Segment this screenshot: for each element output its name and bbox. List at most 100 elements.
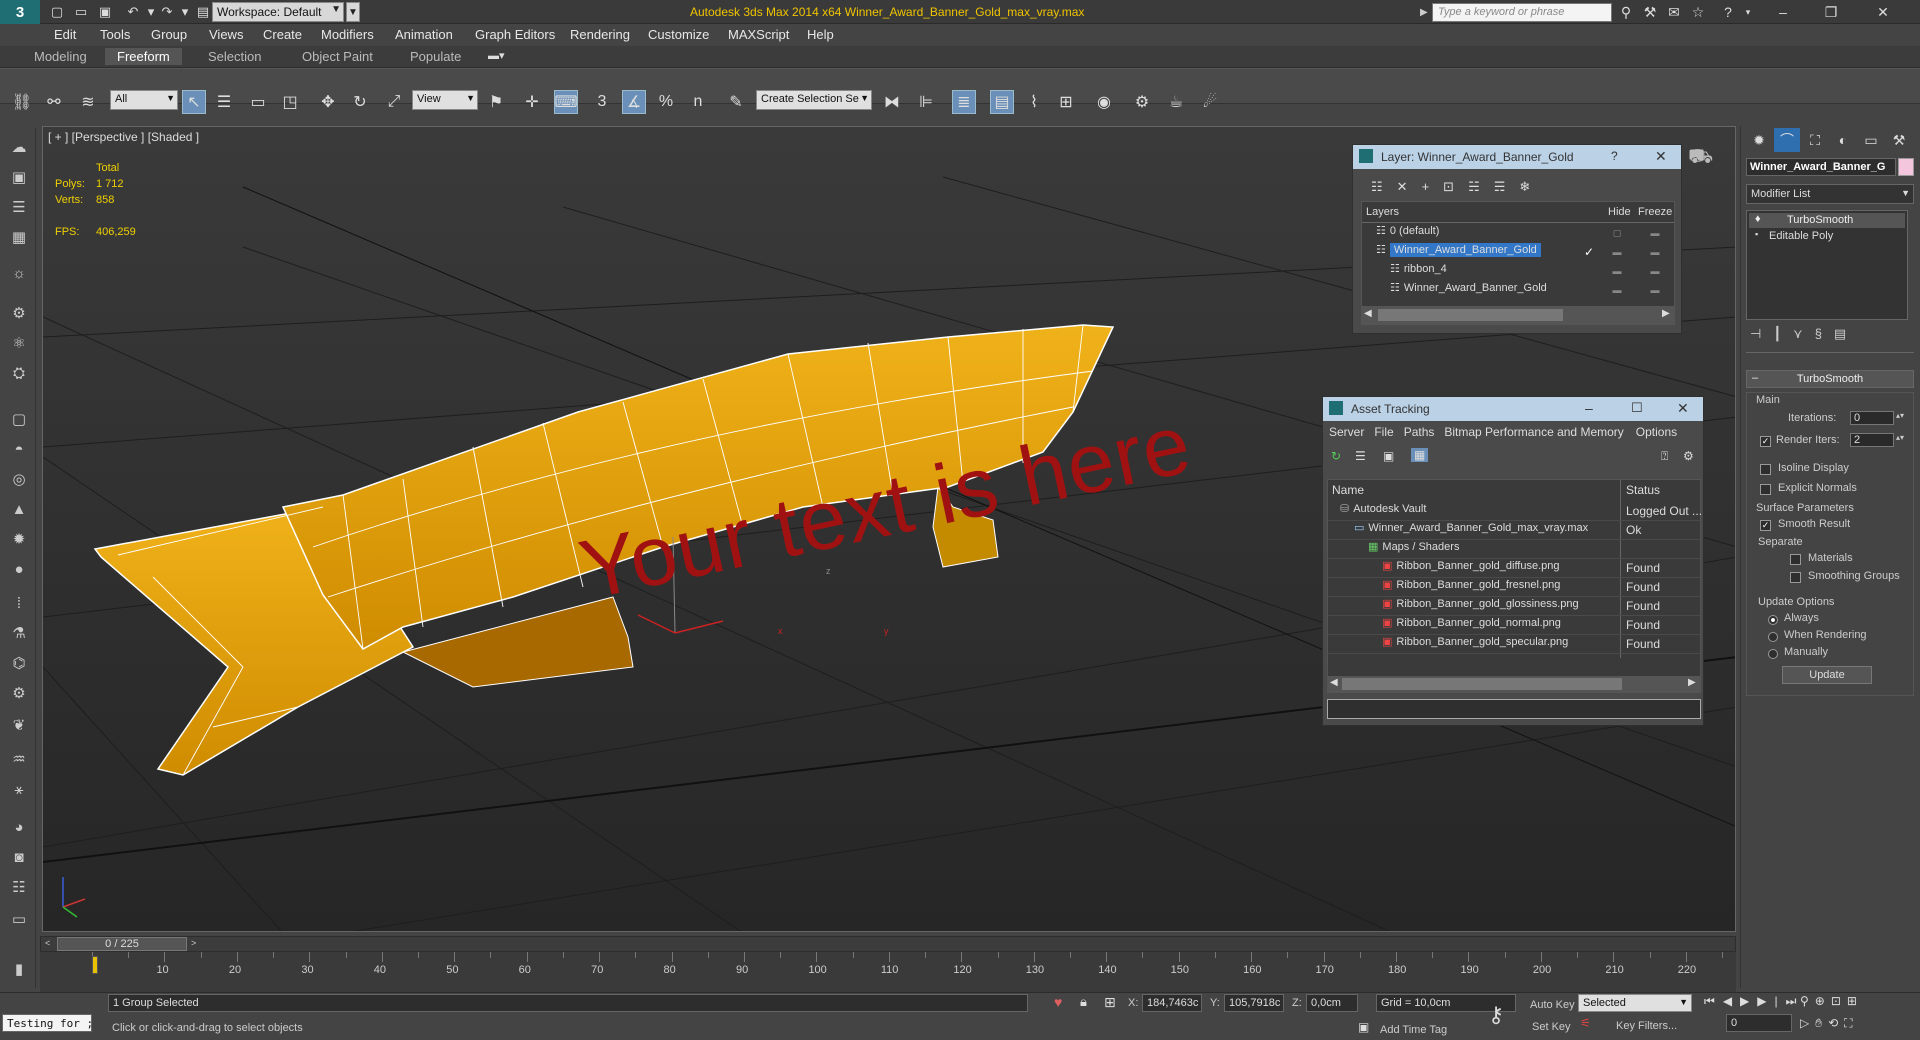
time-slider[interactable]: < 0 / 225 > <box>40 936 1736 952</box>
select-object-icon[interactable]: ↖ <box>182 90 206 114</box>
absolute-mode-icon[interactable]: ⊞ <box>1104 994 1116 1011</box>
asset-path-field[interactable] <box>1327 699 1701 719</box>
reference-coordinate-dropdown[interactable]: View ▼ <box>412 90 478 110</box>
orbit-icon[interactable]: ⟲ <box>1828 1016 1844 1030</box>
menu-views[interactable]: Views <box>209 27 243 42</box>
script-listener-icon[interactable]: ☷ <box>6 874 32 900</box>
box-primitive-icon[interactable]: ▢ <box>6 406 32 432</box>
previous-frame-icon[interactable]: ◀ <box>1723 994 1740 1008</box>
asset-row[interactable]: ▣ Ribbon_Banner_gold_glossiness.png <box>1328 597 1618 616</box>
minimize-icon[interactable]: – <box>1585 400 1593 416</box>
particle-icon[interactable]: ⁞ <box>6 590 32 616</box>
select-and-move-icon[interactable]: ✥ <box>316 90 340 114</box>
list-view-icon[interactable]: ☰ <box>6 194 32 220</box>
current-frame-field[interactable]: 0 <box>1726 1014 1792 1032</box>
menu-tools[interactable]: Tools <box>100 27 130 42</box>
asset-menu-paths[interactable]: Paths <box>1404 425 1435 439</box>
create-layer-icon[interactable]: ☷ <box>1371 179 1397 194</box>
close-window-icon[interactable]: ✕ <box>1860 0 1906 24</box>
scene-explorer-icon[interactable]: ▣ <box>6 164 32 190</box>
manually-radio[interactable] <box>1768 646 1778 660</box>
smooth-result-checkbox[interactable]: ✓ <box>1760 518 1771 532</box>
maximize-viewport-icon[interactable]: ⛶ <box>1844 1016 1858 1030</box>
asset-tracking-titlebar[interactable]: Asset Tracking – ☐ ✕ <box>1323 397 1703 421</box>
isoline-checkbox[interactable] <box>1760 462 1771 476</box>
motion-tab-icon[interactable]: ◐ <box>1830 128 1856 152</box>
rendered-frame-window-icon[interactable]: ☕ <box>1164 90 1188 114</box>
add-to-layer-icon[interactable]: + <box>1422 179 1444 194</box>
layer-freeze-toggle[interactable]: ▬ <box>1640 247 1670 257</box>
search-expand-icon[interactable]: ▶ <box>1420 3 1432 22</box>
layer-hide-toggle[interactable]: ▬ <box>1602 247 1632 257</box>
rectangular-selection-icon[interactable]: ▭ <box>246 90 270 114</box>
turbosmooth-rollout-header[interactable]: – TurboSmooth <box>1746 370 1914 388</box>
asset-help-icon[interactable]: ⍰ <box>1661 449 1668 464</box>
workspace-menu-arrow-icon[interactable]: ▼ <box>346 2 360 22</box>
when-rendering-radio[interactable] <box>1768 629 1778 643</box>
keyboard-shortcut-override-icon[interactable]: ⌨ <box>554 90 578 114</box>
toggle-panels-icon[interactable]: ▮ <box>6 956 32 982</box>
save-file-icon[interactable]: ▣ <box>96 3 114 21</box>
layer-hide-toggle[interactable]: ▢ <box>1602 228 1632 238</box>
redo-dropdown-icon[interactable]: ▾ <box>176 3 194 21</box>
mirror-icon[interactable]: ⧓ <box>880 90 904 114</box>
menu-maxscript[interactable]: MAXScript <box>728 27 789 42</box>
select-and-manipulate-icon[interactable]: ✛ <box>520 90 544 114</box>
edit-named-selection-icon[interactable]: ✎ <box>724 90 748 114</box>
viewport-label-menu[interactable]: [ + ] [Perspective ] [Shaded ] <box>48 130 199 144</box>
scroll-right-icon[interactable]: ▶ <box>1662 308 1670 319</box>
x-coordinate-field[interactable]: 184,7463c <box>1142 994 1202 1012</box>
bind-to-space-warp-icon[interactable]: ≋ <box>76 90 100 114</box>
help-icon[interactable]: ? <box>1611 149 1618 163</box>
communication-icon[interactable]: ✉ <box>1664 3 1684 21</box>
asset-menu-bitmap[interactable]: Bitmap Performance and Memory <box>1444 425 1623 439</box>
select-and-link-icon[interactable]: ⛓ <box>10 90 34 114</box>
layer-hide-toggle[interactable]: ▬ <box>1602 285 1632 295</box>
percent-snap-toggle-icon[interactable]: % <box>654 90 678 114</box>
torus-primitive-icon[interactable]: ◎ <box>6 466 32 492</box>
asset-horizontal-scrollbar[interactable]: ◀ ▶ <box>1328 676 1700 692</box>
pan-icon[interactable]: ✋︎ <box>1815 1016 1828 1030</box>
go-to-start-icon[interactable]: ⏮ <box>1704 994 1723 1008</box>
maximize-icon[interactable]: ☐ <box>1631 400 1643 416</box>
menu-customize[interactable]: Customize <box>648 27 709 42</box>
spinner-arrows-icon[interactable]: ▴▾ <box>1896 411 1904 420</box>
gear-icon[interactable]: ⚙ <box>6 680 32 706</box>
auto-key-button[interactable]: Auto Key <box>1528 998 1577 1012</box>
stack-item-turbosmooth[interactable]: ♦ TurboSmooth <box>1749 213 1905 228</box>
layer-horizontal-scrollbar[interactable]: ◀ ▶ <box>1362 306 1674 324</box>
menu-help[interactable]: Help <box>807 27 834 42</box>
menu-graph-editors[interactable]: Graph Editors <box>475 27 555 42</box>
layer-row[interactable]: ☷ ribbon_4 <box>1362 262 1596 281</box>
hierarchy-tab-icon[interactable]: ⛶ <box>1802 128 1828 152</box>
expand-icon[interactable]: ▪ <box>1755 229 1758 239</box>
window-crossing-icon[interactable]: ◳ <box>278 90 302 114</box>
update-button[interactable]: Update <box>1782 666 1872 684</box>
open-file-icon[interactable]: ▭ <box>72 3 90 21</box>
unlink-selection-icon[interactable]: ⚯ <box>42 90 66 114</box>
pivot-point-center-icon[interactable]: ⚑ <box>484 90 508 114</box>
maxscript-listener-field[interactable]: Testing for ; <box>2 1014 92 1032</box>
scroll-thumb[interactable] <box>1342 678 1622 690</box>
mocap-icon[interactable]: ⚹ <box>6 776 32 802</box>
hair-icon[interactable]: ♒ <box>6 746 32 772</box>
asset-menu-server[interactable]: Server <box>1329 425 1364 439</box>
layer-explorer-icon[interactable]: ≣ <box>952 90 976 114</box>
scroll-thumb[interactable] <box>1378 309 1563 321</box>
schematic-view-icon[interactable]: ⊞ <box>1054 90 1078 114</box>
menu-rendering[interactable]: Rendering <box>570 27 630 42</box>
cone-primitive-icon[interactable]: ▲ <box>6 496 32 522</box>
time-tag-icon[interactable]: ▣ <box>1358 1020 1369 1034</box>
menu-modifiers[interactable]: Modifiers <box>321 27 374 42</box>
y-coordinate-field[interactable]: 105,7918c <box>1224 994 1284 1012</box>
key-set-dropdown[interactable]: Selected ▼ <box>1578 994 1692 1012</box>
layers-column-header[interactable]: Layers <box>1366 206 1399 218</box>
app-logo-icon[interactable]: 3 <box>0 0 40 24</box>
list-view-icon[interactable]: ☰ <box>1355 449 1366 463</box>
asset-row[interactable]: ▦ Maps / Shaders <box>1328 540 1618 559</box>
iterations-spinner[interactable]: 0 <box>1850 411 1894 425</box>
layer-row[interactable]: ☷ Winner_Award_Banner_Gold <box>1362 243 1596 262</box>
toggle-ribbon-icon[interactable]: ▤ <box>990 90 1014 114</box>
field-of-view-icon[interactable]: ▷ <box>1800 1016 1815 1030</box>
sphere-primitive-icon[interactable]: ● <box>6 556 32 582</box>
